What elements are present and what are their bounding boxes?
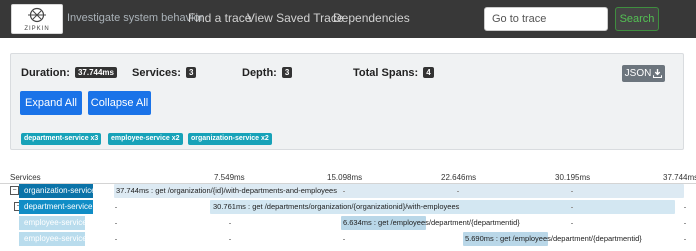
time-tick: 37.744ms bbox=[663, 173, 696, 182]
top-navbar: ZIPKIN Investigate system behavior Find … bbox=[0, 0, 696, 38]
depth-stat: Depth: 3 bbox=[242, 67, 293, 79]
time-tick: 7.549ms bbox=[214, 173, 245, 182]
logo-icon bbox=[28, 7, 46, 23]
collapse-toggle-icon[interactable]: − bbox=[10, 186, 19, 195]
navbar-tagline: Investigate system behavior bbox=[67, 12, 204, 24]
span-service-name[interactable]: organization-service bbox=[19, 184, 96, 198]
total-spans-value: 4 bbox=[423, 67, 434, 78]
service-filter-badge-department-service[interactable]: department-service x3 bbox=[21, 133, 102, 145]
grid-dot bbox=[229, 239, 231, 240]
span-label: 5.690ms : get /employees/department/{dep… bbox=[465, 234, 642, 243]
services-stat: Services: 3 bbox=[132, 67, 197, 79]
duration-value: 37.744ms bbox=[74, 67, 117, 78]
grid-dot bbox=[684, 223, 686, 224]
grid-dot bbox=[457, 207, 459, 208]
span-service-name[interactable]: employee-service bbox=[19, 216, 87, 230]
json-button-label: JSON bbox=[624, 68, 652, 79]
download-icon bbox=[653, 69, 663, 79]
grid-dot bbox=[115, 223, 117, 224]
span-service-name[interactable]: department-service bbox=[19, 200, 93, 214]
search-button[interactable]: Search bbox=[615, 7, 659, 31]
depth-label: Depth: bbox=[242, 67, 277, 79]
span-label: 6.634ms : get /employees/department/{dep… bbox=[343, 218, 520, 227]
service-filter-badge-employee-service[interactable]: employee-service x2 bbox=[108, 133, 183, 145]
service-filter-badge-organization-service[interactable]: organization-service x2 bbox=[188, 133, 272, 145]
zipkin-logo[interactable]: ZIPKIN bbox=[11, 4, 63, 34]
span-row[interactable]: employee-service 6.634ms : get /employee… bbox=[0, 216, 696, 231]
nav-link-dependencies[interactable]: Dependencies bbox=[333, 11, 410, 25]
services-column-header: Services bbox=[10, 173, 41, 182]
grid-dot bbox=[115, 207, 117, 208]
grid-dot bbox=[684, 207, 686, 208]
nav-link-view-saved-trace[interactable]: View Saved Trace bbox=[247, 11, 344, 25]
grid-dot bbox=[343, 191, 345, 192]
time-tick: 22.646ms bbox=[441, 173, 477, 182]
span-label: 30.761ms : get /departments/organization… bbox=[213, 202, 460, 211]
total-spans-stat: Total Spans: 4 bbox=[353, 67, 434, 79]
grid-dot bbox=[571, 207, 573, 208]
depth-value: 3 bbox=[281, 67, 293, 78]
grid-dot bbox=[457, 191, 459, 192]
span-row[interactable]: − department-service 30.761ms : get /dep… bbox=[0, 200, 696, 215]
span-service-name[interactable]: employee-service bbox=[19, 232, 87, 246]
grid-dot bbox=[571, 223, 573, 224]
collapse-all-button[interactable]: Collapse All bbox=[88, 91, 151, 115]
duration-label: Duration: bbox=[21, 67, 70, 79]
total-spans-label: Total Spans: bbox=[353, 67, 419, 79]
duration-stat: Duration: 37.744ms bbox=[21, 67, 117, 79]
grid-dot bbox=[229, 191, 231, 192]
expand-all-button[interactable]: Expand All bbox=[20, 91, 82, 115]
services-value: 3 bbox=[186, 67, 197, 78]
grid-dot bbox=[571, 191, 573, 192]
span-label: 37.744ms : get /organization/{id}/with-d… bbox=[116, 186, 337, 195]
grid-dot bbox=[229, 223, 231, 224]
span-row[interactable]: − organization-service 37.744ms : get /o… bbox=[0, 184, 696, 199]
grid-dot bbox=[684, 239, 686, 240]
logo-text: ZIPKIN bbox=[24, 26, 50, 32]
nav-link-find-a-trace[interactable]: Find a trace bbox=[188, 11, 251, 25]
trace-summary-panel: Duration: 37.744ms Services: 3 Depth: 3 … bbox=[10, 53, 684, 150]
trace-id-input[interactable] bbox=[484, 7, 608, 31]
grid-dot bbox=[115, 239, 117, 240]
json-download-button[interactable]: JSON bbox=[622, 65, 665, 82]
time-tick: 30.195ms bbox=[555, 173, 591, 182]
services-label: Services: bbox=[132, 67, 181, 79]
grid-dot bbox=[343, 239, 345, 240]
span-row[interactable]: employee-service 5.690ms : get /employee… bbox=[0, 232, 696, 247]
time-tick: 15.098ms bbox=[327, 173, 363, 182]
